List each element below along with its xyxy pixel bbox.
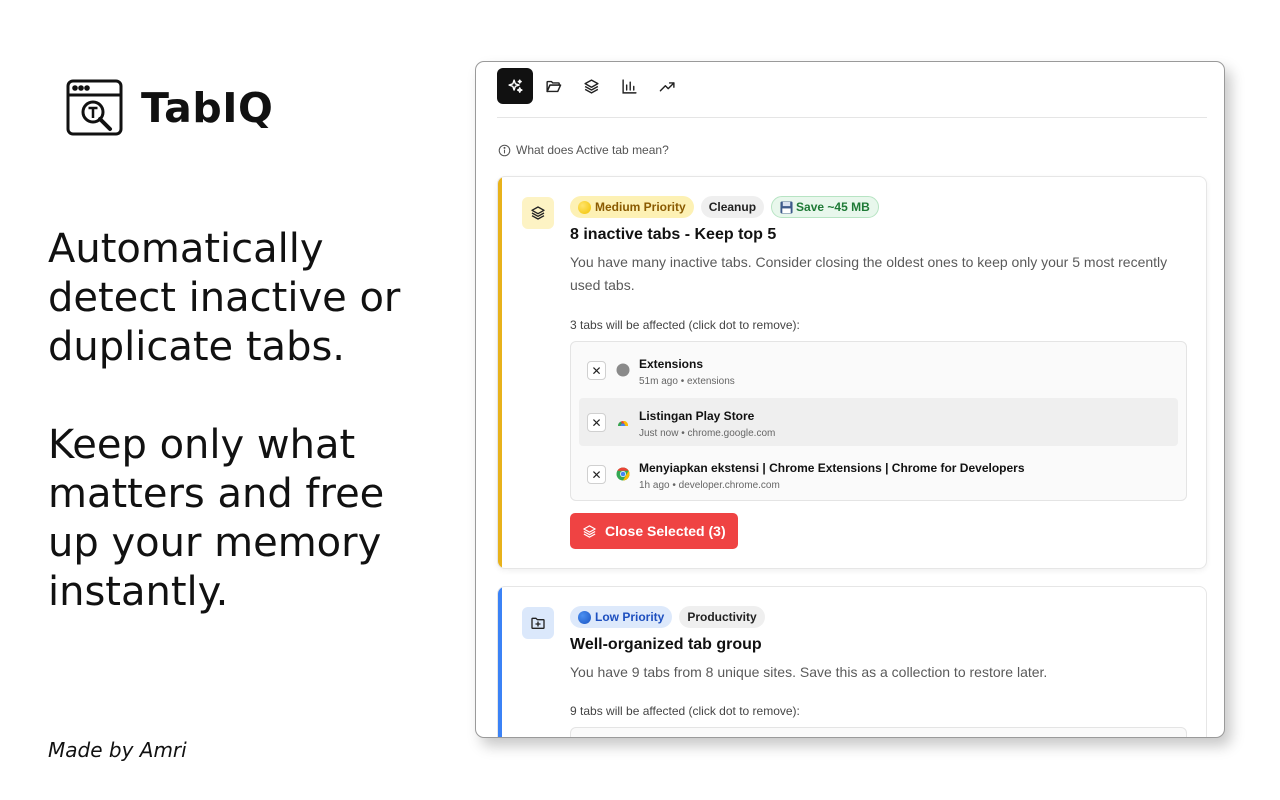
- extension-popup: What does Active tab mean? Medium Priori…: [475, 61, 1225, 738]
- tab-suggestions[interactable]: [497, 68, 533, 104]
- card-description: You have many inactive tabs. Consider cl…: [570, 254, 1168, 293]
- affected-tab-list: ✕ Extensions 51m ago • extensions ✕ List…: [570, 341, 1187, 501]
- brand-name: TabIQ: [141, 83, 274, 132]
- card-title: 8 inactive tabs - Keep top 5: [570, 226, 777, 243]
- promo-headline: Automatically detect inactive or duplica…: [48, 226, 401, 370]
- chrome-icon: [616, 467, 630, 481]
- toolbar: [497, 68, 687, 104]
- folder-icon: [545, 80, 561, 92]
- close-selected-button[interactable]: Close Selected (3): [570, 513, 738, 549]
- sparkles-icon: [507, 78, 523, 93]
- priority-badge: Medium Priority: [570, 196, 694, 218]
- layers-icon: [583, 524, 596, 538]
- category-badge: Productivity: [679, 606, 765, 628]
- savings-badge: Save ~45 MB: [771, 196, 879, 218]
- tab-stats[interactable]: [611, 68, 647, 104]
- remove-tab-button[interactable]: ✕: [587, 413, 606, 432]
- active-tab-help-link[interactable]: What does Active tab mean?: [498, 143, 669, 157]
- card-title: Well-organized tab group: [570, 636, 762, 653]
- trending-up-icon: [659, 81, 675, 91]
- chrome-web-store-icon: [618, 421, 629, 426]
- tab-title: Extensions: [639, 357, 704, 371]
- info-icon: [498, 144, 511, 156]
- tab-meta: 51m ago • extensions: [639, 376, 735, 387]
- yellow-circle-icon: [578, 200, 591, 214]
- card-icon-badge: [522, 607, 554, 639]
- gray-dot-icon: [616, 363, 630, 377]
- card-icon-badge: [522, 197, 554, 229]
- tab-collections[interactable]: [535, 68, 571, 104]
- blue-circle-icon: [578, 610, 591, 624]
- tab-title: Listingan Play Store: [639, 409, 755, 423]
- tab-groups[interactable]: [573, 68, 609, 104]
- priority-label: Low Priority: [595, 610, 665, 624]
- tab-row: ✕ Listingan Play Store Just now • chrome…: [579, 398, 1178, 446]
- badge-row: Medium Priority Cleanup Save ~45 MB: [570, 196, 886, 218]
- tab-meta: 1h ago • developer.chrome.com: [639, 480, 780, 491]
- floppy-disk-icon: [780, 200, 793, 214]
- layers-icon: [531, 206, 545, 220]
- help-label: What does Active tab mean?: [516, 143, 669, 157]
- savings-label: Save ~45 MB: [796, 200, 870, 214]
- tab-row: ✕ Extensions 51m ago • extensions: [579, 346, 1178, 394]
- suggestion-card-group: Low Priority Productivity Well-organized…: [497, 586, 1207, 737]
- suggestion-card-inactive: Medium Priority Cleanup Save ~45 MB 8 in…: [497, 176, 1207, 569]
- affected-count: 9 tabs will be affected (click dot to re…: [570, 704, 800, 718]
- tab-title: Menyiapkan ekstensi | Chrome Extensions …: [639, 461, 1025, 475]
- category-badge: Cleanup: [700, 196, 765, 218]
- card-description: You have 9 tabs from 8 unique sites. Sav…: [570, 664, 1048, 680]
- tab-trends[interactable]: [649, 68, 685, 104]
- affected-count: 3 tabs will be affected (click dot to re…: [570, 318, 800, 332]
- priority-badge: Low Priority: [570, 606, 673, 628]
- promo-subheadline: Keep only what matters and free up your …: [48, 422, 385, 615]
- brand: TabIQ: [66, 79, 273, 136]
- priority-label: Medium Priority: [595, 200, 686, 214]
- close-selected-label: Close Selected (3): [605, 523, 726, 539]
- layers-icon: [583, 78, 599, 94]
- tab-row: ✕ Menyiapkan ekstensi | Chrome Extension…: [579, 450, 1178, 498]
- tab-meta: Just now • chrome.google.com: [639, 428, 776, 439]
- author-credit: Made by Amri: [48, 738, 187, 762]
- bar-chart-icon: [621, 78, 637, 94]
- affected-tab-list: [570, 727, 1187, 737]
- remove-tab-button[interactable]: ✕: [587, 361, 606, 380]
- browser-search-icon: [66, 79, 123, 136]
- folder-plus-icon: [531, 617, 545, 629]
- toolbar-divider: [497, 117, 1207, 118]
- badge-row: Low Priority Productivity: [570, 606, 772, 628]
- remove-tab-button[interactable]: ✕: [587, 465, 606, 484]
